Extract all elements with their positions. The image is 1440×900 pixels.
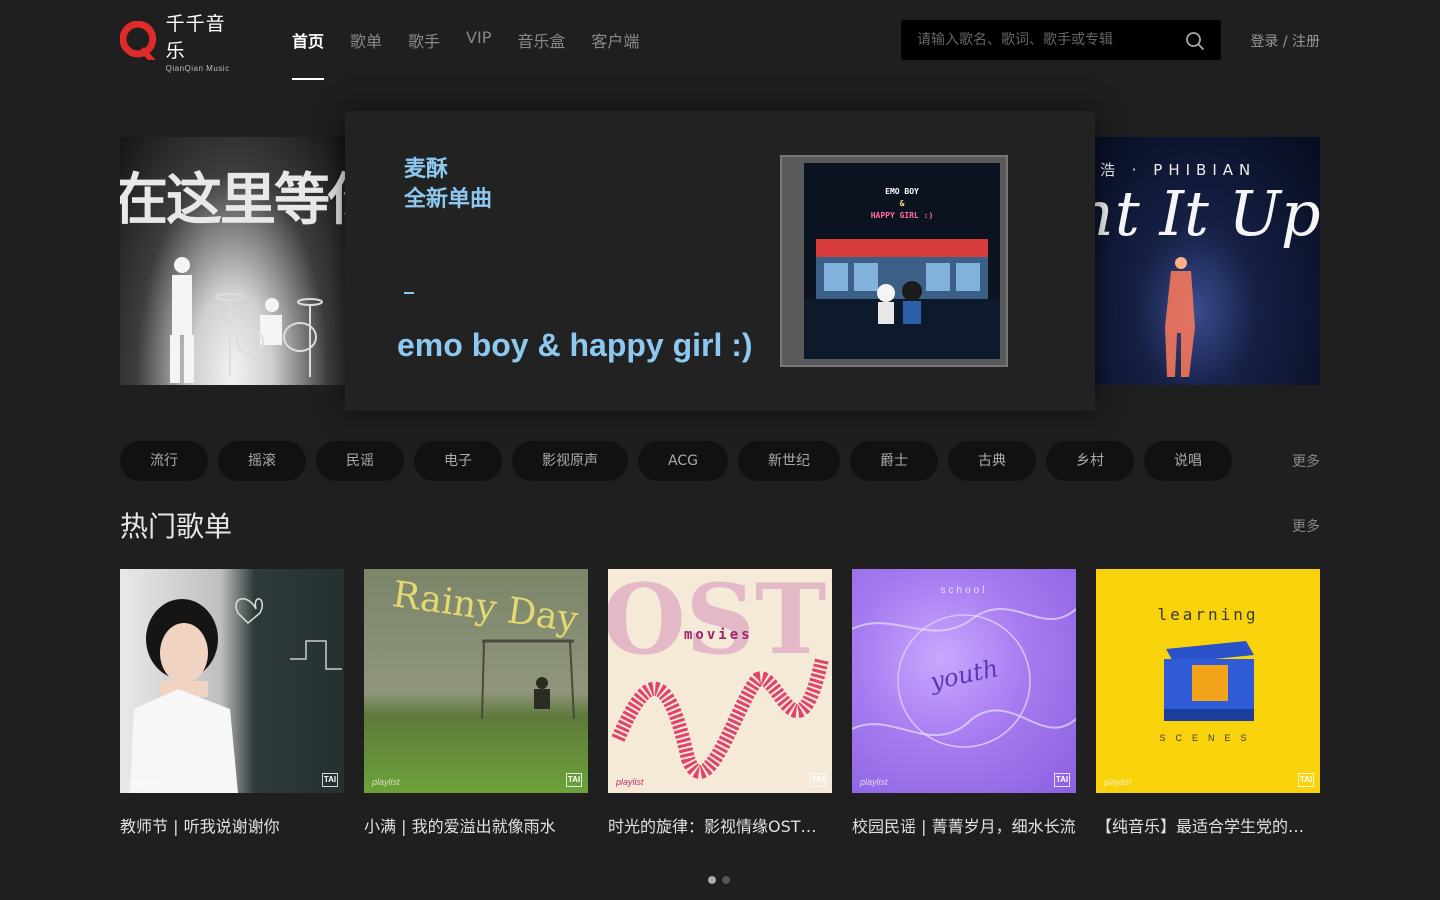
banner-slide-prev[interactable]: 在这里等你 — [120, 137, 345, 385]
register-link[interactable]: 注册 — [1292, 34, 1320, 50]
cover-badge: TAI — [1054, 773, 1070, 787]
playlist-card[interactable]: Rainy Day playlist TAI 小满 | 我的爱溢出就像雨水 — [364, 569, 588, 837]
playlist-card[interactable]: school youth playlist TAI 校园民谣 | 菁菁岁月，细水… — [852, 569, 1076, 837]
pagination-dot-active[interactable] — [708, 876, 716, 884]
banner-title: 麦酥 全新单曲 — [404, 155, 492, 215]
film-strip-illustration — [611, 657, 829, 779]
search-icon[interactable] — [1185, 31, 1205, 51]
logo-icon — [120, 21, 157, 60]
main-nav: 首页 歌单 歌手 VIP 音乐盒 客户端 — [292, 28, 665, 80]
album-artwork: EMO BOY & HAPPY GIRL :) — [804, 163, 1000, 359]
playlist-title[interactable]: 校园民谣 | 菁菁岁月，细水长流 — [852, 813, 1076, 837]
genre-tag[interactable]: 古典 — [948, 441, 1036, 481]
playlists-more-link[interactable]: 更多 — [1292, 516, 1320, 536]
playlist-title[interactable]: 教师节 | 听我说谢谢你 — [120, 813, 344, 837]
login-link[interactable]: 登录 — [1250, 34, 1278, 50]
playlist-cover[interactable]: Rainy Day playlist TAI — [364, 569, 588, 793]
banner-divider — [404, 292, 414, 294]
band-illustration — [170, 257, 323, 383]
playlist-tag: playlist — [372, 777, 400, 787]
playlist-cover[interactable]: playlist TAI — [120, 569, 344, 793]
genre-tag[interactable]: 民谣 — [316, 441, 404, 481]
logo[interactable]: 千千音乐 QianQian Music — [120, 13, 245, 73]
portrait-illustration — [130, 598, 342, 793]
genre-tag[interactable]: 说唱 — [1144, 441, 1232, 481]
playlist-cover-subtext: SCENES — [1159, 733, 1257, 743]
banner-artist: 麦酥 — [404, 157, 449, 182]
logo-subname: QianQian Music — [165, 64, 230, 73]
logo-name: 千千音乐 — [165, 13, 226, 62]
playlist-card[interactable]: learning SCENES playlist TAI 【纯音乐】最适合学生党… — [1096, 569, 1320, 837]
playlist-tag: playlist — [616, 777, 644, 787]
search-input[interactable] — [901, 20, 1171, 60]
playlist-card[interactable]: playlist TAI 教师节 | 听我说谢谢你 — [120, 569, 344, 837]
album-cover[interactable]: EMO BOY & HAPPY GIRL :) — [780, 155, 1008, 367]
album-storefront-illustration — [804, 239, 1000, 359]
genre-tag[interactable]: 乡村 — [1046, 441, 1134, 481]
gift-box-illustration — [1164, 641, 1254, 721]
genre-tag[interactable]: 爵士 — [850, 441, 938, 481]
genre-tag[interactable]: 摇滚 — [218, 441, 306, 481]
banner-subtitle: 全新单曲 — [404, 187, 493, 212]
nav-playlists[interactable]: 歌单 — [350, 28, 382, 52]
nav-vip[interactable]: VIP — [466, 28, 491, 52]
playlist-title[interactable]: 小满 | 我的爱溢出就像雨水 — [364, 813, 588, 837]
genre-tag[interactable]: 新世纪 — [738, 441, 840, 481]
playlist-tag: playlist — [128, 777, 156, 787]
nav-home[interactable]: 首页 — [292, 28, 325, 80]
banner-slide-current[interactable]: 麦酥 全新单曲 emo boy & happy girl :) EMO BOY … — [345, 111, 1095, 411]
playlist-cover[interactable]: learning SCENES playlist TAI — [1096, 569, 1320, 793]
water-pattern-illustration — [852, 608, 1076, 748]
playlist-tag: playlist — [860, 777, 888, 787]
cover-badge: TAI — [322, 773, 338, 787]
pagination-dot[interactable] — [722, 876, 730, 884]
auth-links: 登录 / 注册 — [1250, 31, 1320, 51]
banner-song-title: emo boy & happy girl :) — [397, 327, 753, 363]
genre-tag[interactable]: 影视原声 — [512, 441, 628, 481]
genre-tag[interactable]: ACG — [638, 441, 728, 481]
nav-artists[interactable]: 歌手 — [408, 28, 440, 52]
playlist-card[interactable]: OST movies playlist TAI 时光的旋律：影视情缘OST精选 — [608, 569, 832, 837]
swing-illustration — [481, 639, 575, 720]
playlist-cover[interactable]: OST movies playlist TAI — [608, 569, 832, 793]
genre-tags: 流行 摇滚 民谣 电子 影视原声 ACG 新世纪 爵士 古典 乡村 说唱 — [120, 441, 1242, 481]
nav-music-box[interactable]: 音乐盒 — [517, 28, 565, 52]
genre-tag[interactable]: 电子 — [414, 441, 502, 481]
genres-more-link[interactable]: 更多 — [1292, 451, 1320, 471]
auth-separator: / — [1278, 34, 1292, 50]
nav-client[interactable]: 客户端 — [591, 28, 639, 52]
cover-badge: TAI — [810, 773, 826, 787]
playlist-grid: playlist TAI 教师节 | 听我说谢谢你 Rainy Day play… — [120, 569, 1320, 837]
genre-tag[interactable]: 流行 — [120, 441, 208, 481]
cover-badge: TAI — [1298, 773, 1314, 787]
playlist-tag: playlist — [1104, 777, 1132, 787]
banner-slide-next[interactable]: 浩 · PHIBIAN ht It Up — [1095, 137, 1320, 385]
playlist-title[interactable]: 时光的旋律：影视情缘OST精选 — [608, 813, 832, 837]
cover-badge: TAI — [566, 773, 582, 787]
figure-illustration — [1165, 257, 1195, 377]
section-title: 热门歌单 — [120, 510, 233, 543]
playlist-title[interactable]: 【纯音乐】最适合学生党的学习歌单 — [1096, 813, 1320, 837]
header: 千千音乐 QianQian Music 首页 歌单 歌手 VIP 音乐盒 客户端… — [0, 0, 1440, 80]
playlist-cover[interactable]: school youth playlist TAI — [852, 569, 1076, 793]
carousel-pagination — [708, 876, 736, 884]
search-box — [901, 20, 1221, 60]
